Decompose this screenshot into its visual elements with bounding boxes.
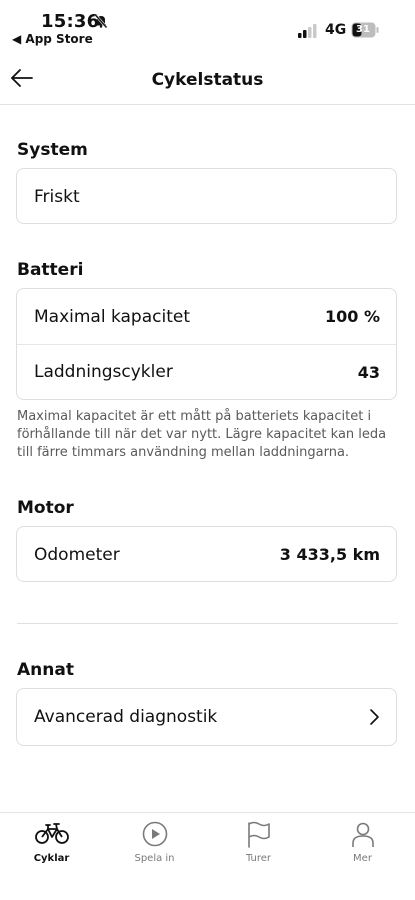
navigation-bar: Cykelstatus — [0, 52, 415, 105]
battery-capacity-row: Maximal kapacitet 100 % — [17, 289, 396, 344]
play-icon — [142, 821, 167, 847]
system-status-row: Friskt — [17, 169, 396, 224]
motor-card: Odometer 3 433,5 km — [16, 526, 397, 582]
other-card: Avancerad diagnostik — [16, 688, 397, 746]
battery-capacity-label: Maximal kapacitet — [34, 306, 191, 327]
odometer-label: Odometer — [34, 544, 120, 565]
bell-muted-icon — [94, 14, 108, 28]
battery-level: 31 — [356, 24, 370, 35]
system-card: Friskt — [16, 168, 397, 224]
tab-bar: Cyklar Spela in Turer Mer — [0, 812, 415, 900]
flag-icon — [247, 821, 270, 848]
page-title: Cykelstatus — [151, 70, 264, 90]
section-title-system: System — [17, 140, 88, 160]
system-status-value: Friskt — [34, 186, 80, 207]
charge-cycles-value: 43 — [357, 362, 380, 382]
cellular-signal-icon — [298, 24, 317, 38]
tab-cyklar[interactable]: Cyklar — [0, 813, 103, 873]
advanced-diagnostics-row[interactable]: Avancerad diagnostik — [17, 689, 396, 745]
status-time: 15:36 — [41, 11, 100, 32]
tab-label-spela-in: Spela in — [134, 853, 175, 864]
tab-label-cyklar: Cyklar — [33, 853, 70, 864]
odometer-value: 3 433,5 km — [279, 545, 380, 564]
screen: 15:36 ◀ App Store 4G 31 Cykelstatus Syst… — [0, 0, 415, 900]
charge-cycles-row: Laddningscykler 43 — [17, 344, 396, 399]
person-icon — [351, 822, 374, 847]
battery-card: Maximal kapacitet 100 % Laddningscykler … — [16, 288, 397, 400]
tab-label-mer: Mer — [353, 853, 372, 864]
battery-capacity-note: Maximal kapacitet är ett mått på batteri… — [17, 409, 387, 460]
section-title-battery: Batteri — [17, 260, 84, 280]
status-bar: 15:36 ◀ App Store 4G 31 — [0, 0, 415, 50]
odometer-row: Odometer 3 433,5 km — [17, 527, 396, 582]
back-to-app-store[interactable]: ◀ App Store — [12, 32, 93, 46]
tab-label-turer: Turer — [245, 853, 272, 864]
advanced-diagnostics-label: Avancerad diagnostik — [34, 707, 218, 727]
tab-spela-in[interactable]: Spela in — [103, 813, 206, 873]
bike-icon — [34, 823, 69, 844]
tab-mer[interactable]: Mer — [311, 813, 414, 873]
section-divider — [17, 623, 398, 624]
section-title-other: Annat — [17, 660, 74, 680]
section-title-motor: Motor — [17, 498, 74, 518]
chevron-right-icon — [370, 709, 379, 725]
charge-cycles-label: Laddningscykler — [34, 362, 173, 382]
battery-capacity-value: 100 % — [325, 307, 380, 326]
network-type: 4G — [325, 22, 347, 38]
tab-turer[interactable]: Turer — [207, 813, 310, 873]
